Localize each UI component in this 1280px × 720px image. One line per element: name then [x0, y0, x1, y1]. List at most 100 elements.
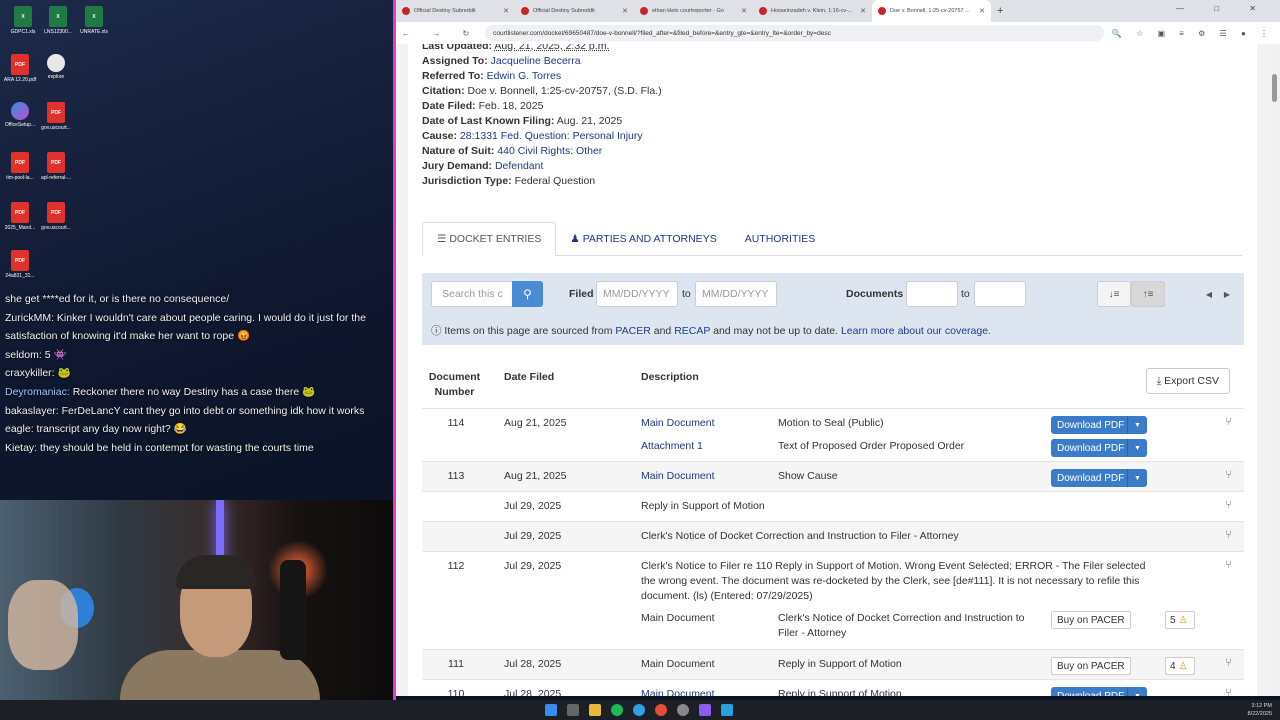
close-tab-icon[interactable]: ✕: [622, 7, 628, 15]
meta-label: Jurisdiction Type:: [422, 175, 512, 187]
desktop-icon[interactable]: X GDPC1.xls: [5, 6, 41, 35]
desktop-icon[interactable]: PDF tim-pool-la...: [2, 152, 38, 181]
download-pdf-button[interactable]: Download PDF ▼: [1051, 687, 1147, 696]
desktop-icon[interactable]: PDF 24a831_31...: [2, 250, 38, 279]
close-tab-icon[interactable]: ✕: [741, 7, 747, 15]
buy-label: Buy on PACER: [1057, 660, 1125, 672]
pacer-link[interactable]: PACER: [615, 325, 650, 337]
export-csv-button[interactable]: ⤓ Export CSV: [1145, 368, 1230, 394]
chevron-left-icon: ◀: [1205, 289, 1213, 299]
cause-link[interactable]: 28:1331 Fed. Question: Personal Injury: [460, 130, 643, 142]
browser-tab[interactable]: Official Destiny Subreddit ✕: [396, 0, 515, 22]
desktop-icon[interactable]: explore: [38, 54, 74, 80]
spotify-icon[interactable]: [611, 704, 623, 716]
buy-on-pacer-button[interactable]: Buy on PACER: [1051, 611, 1131, 629]
share-icon[interactable]: ⑂: [1225, 687, 1232, 696]
tab-docket-entries[interactable]: ☰ DOCKET ENTRIES: [422, 222, 557, 256]
download-pdf-button[interactable]: Download PDF ▼: [1051, 416, 1147, 434]
sort-ascending-button[interactable]: ↓≡: [1097, 281, 1131, 307]
download-pdf-button[interactable]: Download PDF ▼: [1051, 439, 1147, 457]
browser-tab[interactable]: Hosseinzadeh v. Klein, 1:16-cv-... ✕: [753, 0, 872, 22]
doc-to-input[interactable]: [974, 281, 1026, 307]
assigned-judge-link[interactable]: Jacqueline Becerra: [491, 55, 581, 67]
close-tab-icon[interactable]: ✕: [979, 7, 985, 15]
system-clock[interactable]: 3:12 PM 8/22/2025: [1248, 702, 1272, 718]
filed-before-input[interactable]: MM/DD/YYYY: [695, 281, 777, 307]
tab-title: Doe v. Bonnell, 1:25-cv-20757 ...: [890, 8, 970, 14]
extension-icons[interactable]: 🔍 ☆ ▣ ≡ ⚙ ☰ ● ⋮: [1112, 29, 1274, 38]
main-document-link[interactable]: Main Document: [641, 469, 715, 484]
entry-date: Jul 28, 2025: [504, 688, 562, 696]
chrome-icon[interactable]: [655, 704, 667, 716]
doc-from-input[interactable]: [906, 281, 958, 307]
nature-of-suit-link[interactable]: 440 Civil Rights: Other: [497, 145, 602, 157]
window-controls[interactable]: — □ ✕: [1176, 4, 1270, 13]
app-icon[interactable]: [699, 704, 711, 716]
web-page: Last Updated: Aug. 21, 2025, 2:32 p.m. A…: [396, 44, 1269, 696]
share-icon[interactable]: ⑂: [1225, 529, 1232, 541]
desktop-icon[interactable]: PDF 2025_Mand...: [2, 202, 38, 231]
browser-tab[interactable]: Doe v. Bonnell, 1:25-cv-20757 ... ✕: [872, 0, 991, 22]
desktop-icon[interactable]: X LNS12300...: [40, 6, 76, 35]
buy-on-pacer-button[interactable]: Buy on PACER: [1051, 657, 1131, 675]
download-pdf-button[interactable]: Download PDF ▼: [1051, 469, 1147, 487]
start-icon[interactable]: [545, 704, 557, 716]
chat-message: Kietay: they should be held in contempt …: [5, 439, 395, 458]
new-tab-button[interactable]: +: [991, 0, 1009, 22]
sort-descending-button[interactable]: ↑≡: [1131, 281, 1165, 307]
main-document-link[interactable]: Main Document: [641, 416, 715, 431]
prev-page-button[interactable]: ◀: [1200, 281, 1218, 307]
browser-tab[interactable]: Official Destiny Subreddit ✕: [515, 0, 634, 22]
desktop-icon[interactable]: PDF ARA 12.20.pdf: [2, 54, 38, 83]
share-icon[interactable]: ⑂: [1225, 657, 1232, 669]
close-tab-icon[interactable]: ✕: [860, 7, 866, 15]
steam-icon[interactable]: [721, 704, 733, 716]
desktop-icon[interactable]: PDF gov.uscourt...: [38, 202, 74, 231]
document-description: Clerk's Notice of Docket Correction and …: [778, 612, 1025, 639]
search-button[interactable]: ⚲: [512, 281, 543, 307]
main-document-link[interactable]: Main Document: [641, 687, 715, 696]
share-icon[interactable]: ⑂: [1225, 499, 1232, 511]
document-description: Reply in Support of Motion: [778, 658, 902, 670]
recap-link[interactable]: RECAP: [674, 325, 710, 337]
people-icon: ♙: [1178, 614, 1188, 626]
pdf-file-icon: PDF: [11, 152, 29, 173]
caret-down-icon[interactable]: ▼: [1127, 416, 1147, 434]
jury-demand-link[interactable]: Defendant: [495, 160, 543, 172]
browser-tab[interactable]: ethan klein courtreporter - Go ✕: [634, 0, 753, 22]
desktop-icon[interactable]: OfficeSetup...: [2, 102, 38, 128]
desktop-icon[interactable]: PDF gov.uscourt...: [38, 102, 74, 131]
desktop-icon[interactable]: PDF apl-referral-...: [38, 152, 74, 181]
coverage-link[interactable]: Learn more about our coverage.: [841, 325, 991, 337]
share-icon[interactable]: ⑂: [1225, 416, 1232, 428]
document-description: Show Cause: [778, 470, 838, 482]
url-input[interactable]: courtlistener.com/docket/69650487/doe-v-…: [485, 25, 1104, 41]
edge-icon[interactable]: [633, 704, 645, 716]
caret-down-icon[interactable]: ▼: [1127, 439, 1147, 457]
attachment-link[interactable]: Attachment 1: [641, 439, 703, 454]
webcam-feed: [0, 500, 393, 700]
caret-down-icon[interactable]: ▼: [1127, 687, 1147, 696]
referred-judge-link[interactable]: Edwin G. Torres: [487, 70, 562, 82]
share-icon[interactable]: ⑂: [1225, 469, 1232, 481]
entry-date: Aug 21, 2025: [504, 470, 567, 482]
download-label: Download PDF: [1057, 419, 1125, 431]
desktop-icon[interactable]: X UNRATE.xls: [76, 6, 112, 35]
filed-after-input[interactable]: MM/DD/YYYY: [596, 281, 678, 307]
close-tab-icon[interactable]: ✕: [503, 7, 509, 15]
task-view-icon[interactable]: [567, 704, 579, 716]
tab-parties[interactable]: ♟ PARTIES AND ATTORNEYS: [556, 222, 730, 256]
search-input[interactable]: Search this c: [431, 281, 513, 307]
coverage-note: ⓘ Items on this page are sourced from PA…: [431, 323, 991, 338]
nav-buttons[interactable]: ← → ↻: [402, 29, 479, 38]
table-row: 110 Jul 28, 2025 Main Document Reply in Sup…: [422, 679, 1244, 696]
folder-icon[interactable]: [589, 704, 601, 716]
obs-icon[interactable]: [677, 704, 689, 716]
chat-message: craxykiller: 🐸: [5, 364, 395, 383]
tab-authorities[interactable]: AUTHORITIES: [731, 222, 830, 256]
next-page-button[interactable]: ▶: [1218, 281, 1236, 307]
caret-down-icon[interactable]: ▼: [1127, 469, 1147, 487]
page-scrollbar[interactable]: [1269, 44, 1280, 696]
share-icon[interactable]: ⑂: [1225, 559, 1232, 571]
scroll-thumb[interactable]: [1272, 74, 1277, 102]
